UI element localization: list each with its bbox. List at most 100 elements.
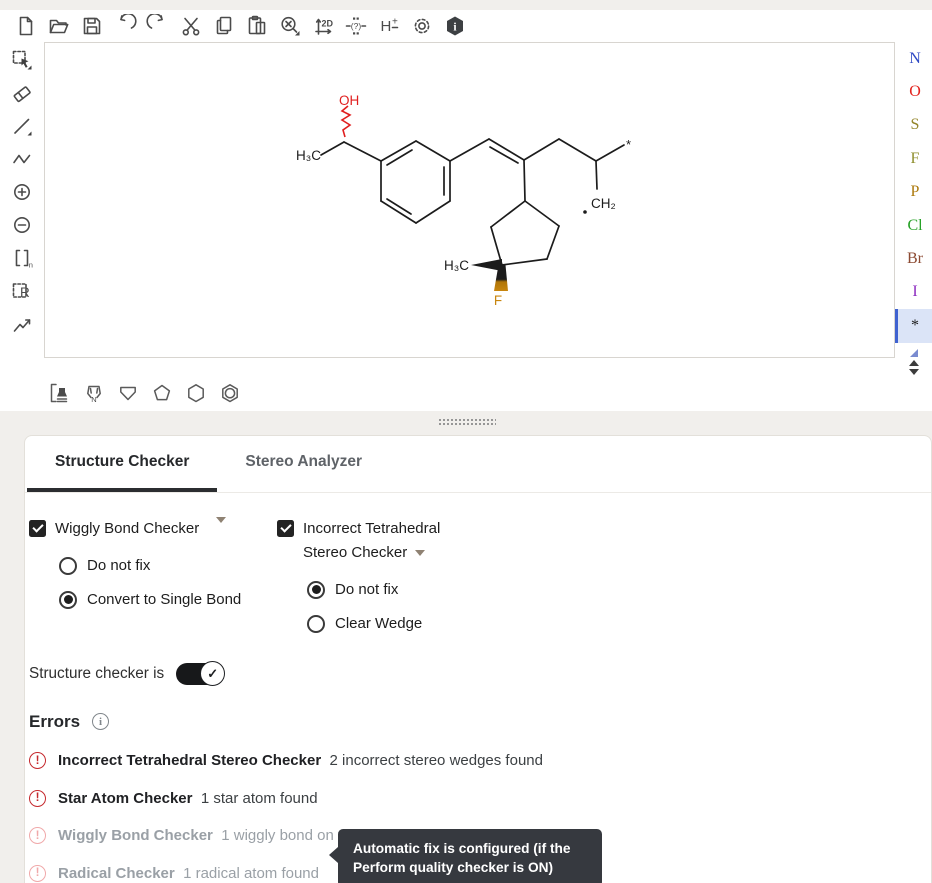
paste-icon	[245, 14, 269, 38]
tetrahedral-checkbox[interactable]	[277, 520, 294, 537]
palette-item-cl[interactable]: Cl	[895, 209, 932, 242]
charge-minus-icon	[10, 213, 34, 237]
template-library-icon	[48, 381, 72, 405]
eraser-tool-button[interactable]	[8, 79, 36, 107]
radio-unselected[interactable]	[307, 615, 325, 633]
wiggly-bond-checker-label: Wiggly Bond Checker	[55, 517, 199, 541]
tab-structure-checker[interactable]: Structure Checker	[27, 436, 217, 492]
wedge-bond-methyl	[471, 259, 502, 271]
open-button[interactable]	[45, 12, 73, 40]
zoom-tool-button[interactable]	[276, 12, 304, 40]
new-document-button[interactable]	[12, 12, 40, 40]
rgroup-tool-button[interactable]: R	[8, 277, 36, 305]
more-elements-icon[interactable]	[910, 349, 918, 357]
panel-tabs: Structure Checker Stereo Analyzer	[25, 436, 931, 493]
settings-button[interactable]	[408, 12, 436, 40]
info-button[interactable]: i	[441, 12, 469, 40]
chevron-down-icon[interactable]	[216, 517, 226, 523]
charge-plus-icon	[10, 180, 34, 204]
cut-button[interactable]	[177, 12, 205, 40]
element-symbol: Br	[907, 250, 923, 268]
graphics-arrow-button[interactable]	[8, 310, 36, 338]
eraser-icon	[10, 81, 34, 105]
error-name: Star Atom Checker	[58, 790, 193, 807]
wiggly-do-not-fix-option[interactable]: Do not fix	[59, 557, 277, 575]
tab-stereo-analyzer[interactable]: Stereo Analyzer	[217, 436, 390, 492]
scroll-up-arrow[interactable]	[909, 360, 919, 366]
tooltip-line1: Automatic fix is configured (if the	[353, 839, 587, 858]
query-properties-button[interactable]: (?)	[342, 12, 370, 40]
svg-text:H: H	[381, 18, 392, 35]
undo-button[interactable]	[111, 12, 139, 40]
selection-icon	[10, 48, 34, 72]
template-library-button[interactable]	[46, 379, 73, 406]
clean-2d-button[interactable]: 2D	[309, 12, 337, 40]
template-cyclohexane-button[interactable]	[182, 379, 209, 406]
tetrahedral-clear-wedge-option[interactable]: Clear Wedge	[307, 615, 473, 633]
info-icon[interactable]: i	[92, 713, 109, 730]
cyclopentadiene-icon	[116, 381, 140, 405]
toggle-knob-check-icon: ✓	[200, 661, 225, 686]
cyclohexane-icon	[184, 381, 208, 405]
redo-icon	[146, 14, 170, 38]
error-row-star-atom: ! Star Atom Checker 1 star atom found	[29, 790, 931, 807]
svg-text:+: +	[392, 17, 398, 28]
bond-tool-button[interactable]	[8, 112, 36, 140]
redo-button[interactable]	[144, 12, 172, 40]
chevron-down-icon[interactable]	[415, 550, 425, 556]
charge-plus-button[interactable]	[8, 178, 36, 206]
auto-fix-tooltip: Automatic fix is configured (if the Perf…	[338, 829, 602, 883]
drawing-canvas[interactable]: OH H₃C * CH₂ H₃C F	[44, 42, 895, 358]
molecule-drawing: OH H₃C * CH₂ H₃C F	[45, 43, 894, 357]
template-toolbar: N	[0, 375, 932, 411]
sgroup-brackets-button[interactable]: n	[8, 244, 36, 272]
errors-header: Errors i	[29, 712, 931, 732]
wiggly-bond-checkbox[interactable]	[29, 520, 46, 537]
wiggly-bond-checker-group: Wiggly Bond Checker Do not fix Convert t…	[29, 517, 277, 633]
element-symbol: *	[911, 317, 919, 335]
error-name: Radical Checker	[58, 865, 175, 882]
chain-tool-button[interactable]	[8, 145, 36, 173]
tetrahedral-do-not-fix-option[interactable]: Do not fix	[307, 581, 473, 599]
copy-button[interactable]	[210, 12, 238, 40]
resize-handle[interactable]	[438, 418, 496, 426]
sgroup-brackets-icon: n	[10, 246, 34, 270]
template-pyrrole-button[interactable]: N	[80, 379, 107, 406]
error-detail: 2 incorrect stereo wedges found	[330, 752, 543, 769]
errors-title-text: Errors	[29, 712, 80, 732]
paste-button[interactable]	[243, 12, 271, 40]
template-benzene-button[interactable]	[216, 379, 243, 406]
tooltip-line2: Perform quality checker is ON)	[353, 858, 587, 877]
radio-unselected[interactable]	[59, 557, 77, 575]
wiggly-convert-single-bond-option[interactable]: Convert to Single Bond	[59, 591, 277, 609]
template-cyclopentadiene-button[interactable]	[114, 379, 141, 406]
palette-item-br[interactable]: Br	[895, 242, 932, 275]
star-atom-label: *	[626, 137, 631, 152]
palette-item-s[interactable]: S	[895, 109, 932, 142]
hydrogens-button[interactable]: H+	[375, 12, 403, 40]
palette-item-o[interactable]: O	[895, 75, 932, 108]
radio-label: Do not fix	[335, 581, 398, 598]
element-symbol: N	[909, 50, 921, 68]
error-row-tetrahedral: ! Incorrect Tetrahedral Stereo Checker 2…	[29, 752, 931, 769]
radio-selected[interactable]	[307, 581, 325, 599]
palette-item-n[interactable]: N	[895, 42, 932, 75]
palette-item-p[interactable]: P	[895, 176, 932, 209]
element-symbol: O	[909, 83, 921, 101]
radio-selected[interactable]	[59, 591, 77, 609]
rgroup-icon: R	[10, 279, 34, 303]
palette-item-i[interactable]: I	[895, 276, 932, 309]
save-button[interactable]	[78, 12, 106, 40]
charge-minus-button[interactable]	[8, 211, 36, 239]
structure-checker-toggle[interactable]: ✓	[176, 663, 222, 685]
fluorine-label: F	[494, 293, 502, 308]
scroll-down-arrow[interactable]	[909, 369, 919, 375]
palette-item-f[interactable]: F	[895, 142, 932, 175]
template-cyclopentane-button[interactable]	[148, 379, 175, 406]
palette-extras	[895, 343, 932, 375]
element-symbol: S	[911, 116, 920, 134]
selection-tool-button[interactable]	[8, 46, 36, 74]
radical-dot	[583, 210, 587, 214]
editor-main: n R	[0, 42, 932, 375]
palette-item-star[interactable]: *	[895, 309, 932, 342]
